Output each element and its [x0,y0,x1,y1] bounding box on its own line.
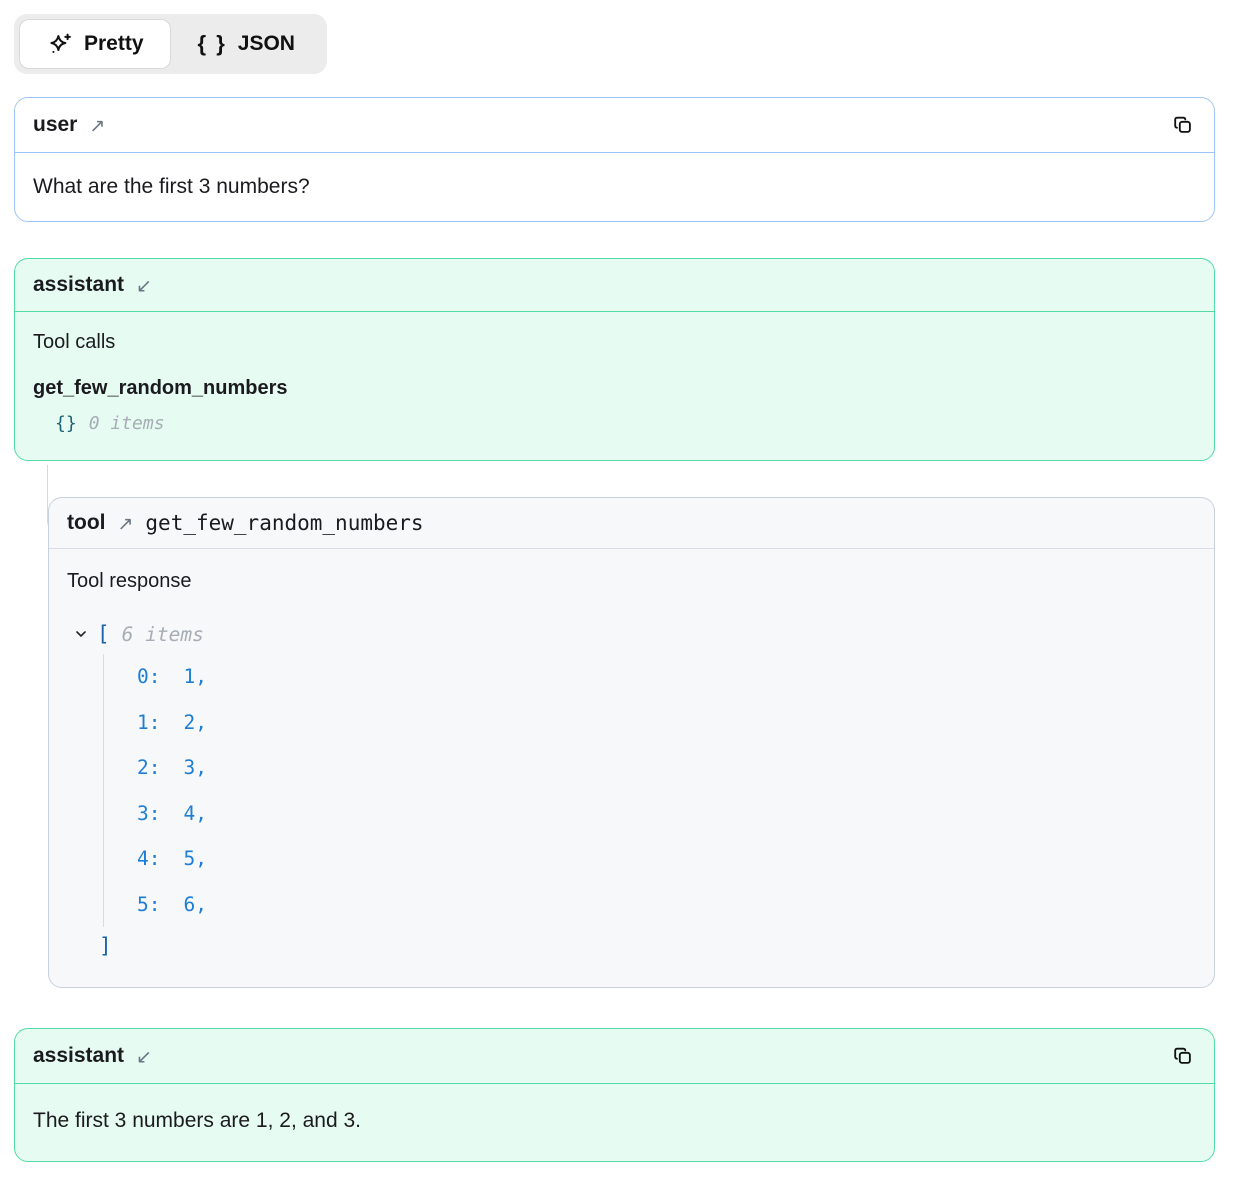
arguments-item-count: 0 items [89,413,165,434]
view-mode-toggle: Pretty { } JSON [14,14,327,74]
sparkles-icon [46,31,73,58]
assistant-final-header: assistant ↙ [15,1029,1214,1084]
json-value: 3, [183,745,206,791]
json-index: 1: [137,700,160,746]
array-item-count: 6 items [122,623,204,646]
json-array-row: 0: 1, [137,654,1196,700]
json-array-row: 5: 6, [137,882,1196,928]
json-array-row: 3: 4, [137,791,1196,837]
tool-call-function-name: get_few_random_numbers [33,377,1196,400]
json-array-row: 1: 2, [137,700,1196,746]
copy-icon [1172,114,1194,136]
json-array-row: 4: 5, [137,836,1196,882]
tool-response-section-label: Tool response [67,570,1196,593]
assistant-tool-call-card: assistant ↙ Tool calls get_few_random_nu… [14,258,1215,461]
assistant-tool-call-header: assistant ↙ [15,259,1214,312]
tool-response-header: tool ↗ get_few_random_numbers [49,498,1214,549]
outgoing-arrow-icon: ↗ [117,515,133,534]
tab-json[interactable]: { } JSON [171,19,322,69]
tool-call-arguments[interactable]: {} 0 items [55,413,1196,434]
tab-pretty-label: Pretty [84,32,144,56]
json-value: 6, [183,882,206,928]
json-braces-icon: { } [198,31,227,57]
tab-json-label: JSON [238,32,295,56]
outgoing-arrow-icon: ↗ [89,117,105,136]
json-index: 3: [137,791,160,837]
json-index: 2: [137,745,160,791]
incoming-arrow-icon: ↙ [136,1048,152,1067]
json-value: 2, [183,700,206,746]
close-bracket: ] [99,927,1196,965]
copy-icon [1172,1045,1194,1067]
incoming-arrow-icon: ↙ [136,277,152,296]
role-label: tool [67,511,105,535]
json-index: 0: [137,654,160,700]
tool-calls-section-label: Tool calls [33,331,1196,354]
copy-button[interactable] [1170,112,1196,138]
trace-viewer-page: Pretty { } JSON user ↗ What are the firs… [0,0,1244,1178]
user-message-content: What are the first 3 numbers? [15,153,1214,221]
tool-call-thread: assistant ↙ Tool calls get_few_random_nu… [14,258,1215,988]
user-message-card: user ↗ What are the first 3 numbers? [14,97,1215,222]
assistant-final-content: The first 3 numbers are 1, 2, and 3. [15,1084,1214,1161]
copy-button[interactable] [1170,1043,1196,1069]
tool-response-card: tool ↗ get_few_random_numbers Tool respo… [48,497,1215,988]
tool-function-name: get_few_random_numbers [145,511,423,535]
user-message-header: user ↗ [15,98,1214,153]
role-label: user [33,113,77,137]
json-array-items: 0: 1, 1: 2, 2: 3, 3: 4, [103,654,1196,927]
json-index: 4: [137,836,160,882]
json-index: 5: [137,882,160,928]
empty-object-braces: {} [55,413,77,434]
role-label: assistant [33,1044,124,1068]
assistant-tool-call-body: Tool calls get_few_random_numbers {} 0 i… [15,312,1214,460]
json-array-toggle[interactable]: [ 6 items [73,619,1196,649]
json-array-row: 2: 3, [137,745,1196,791]
chevron-down-icon [73,626,89,642]
json-value: 1, [183,654,206,700]
json-tree: [ 6 items 0: 1, 1: 2, 2: [67,619,1196,965]
tool-response-body: Tool response [ 6 items 0: 1, [49,549,1214,987]
json-value: 5, [183,836,206,882]
json-value: 4, [183,791,206,837]
open-bracket: [ [97,622,110,646]
tab-pretty[interactable]: Pretty [19,19,171,69]
role-label: assistant [33,273,124,297]
assistant-final-card: assistant ↙ The first 3 numbers are 1, 2… [14,1028,1215,1162]
